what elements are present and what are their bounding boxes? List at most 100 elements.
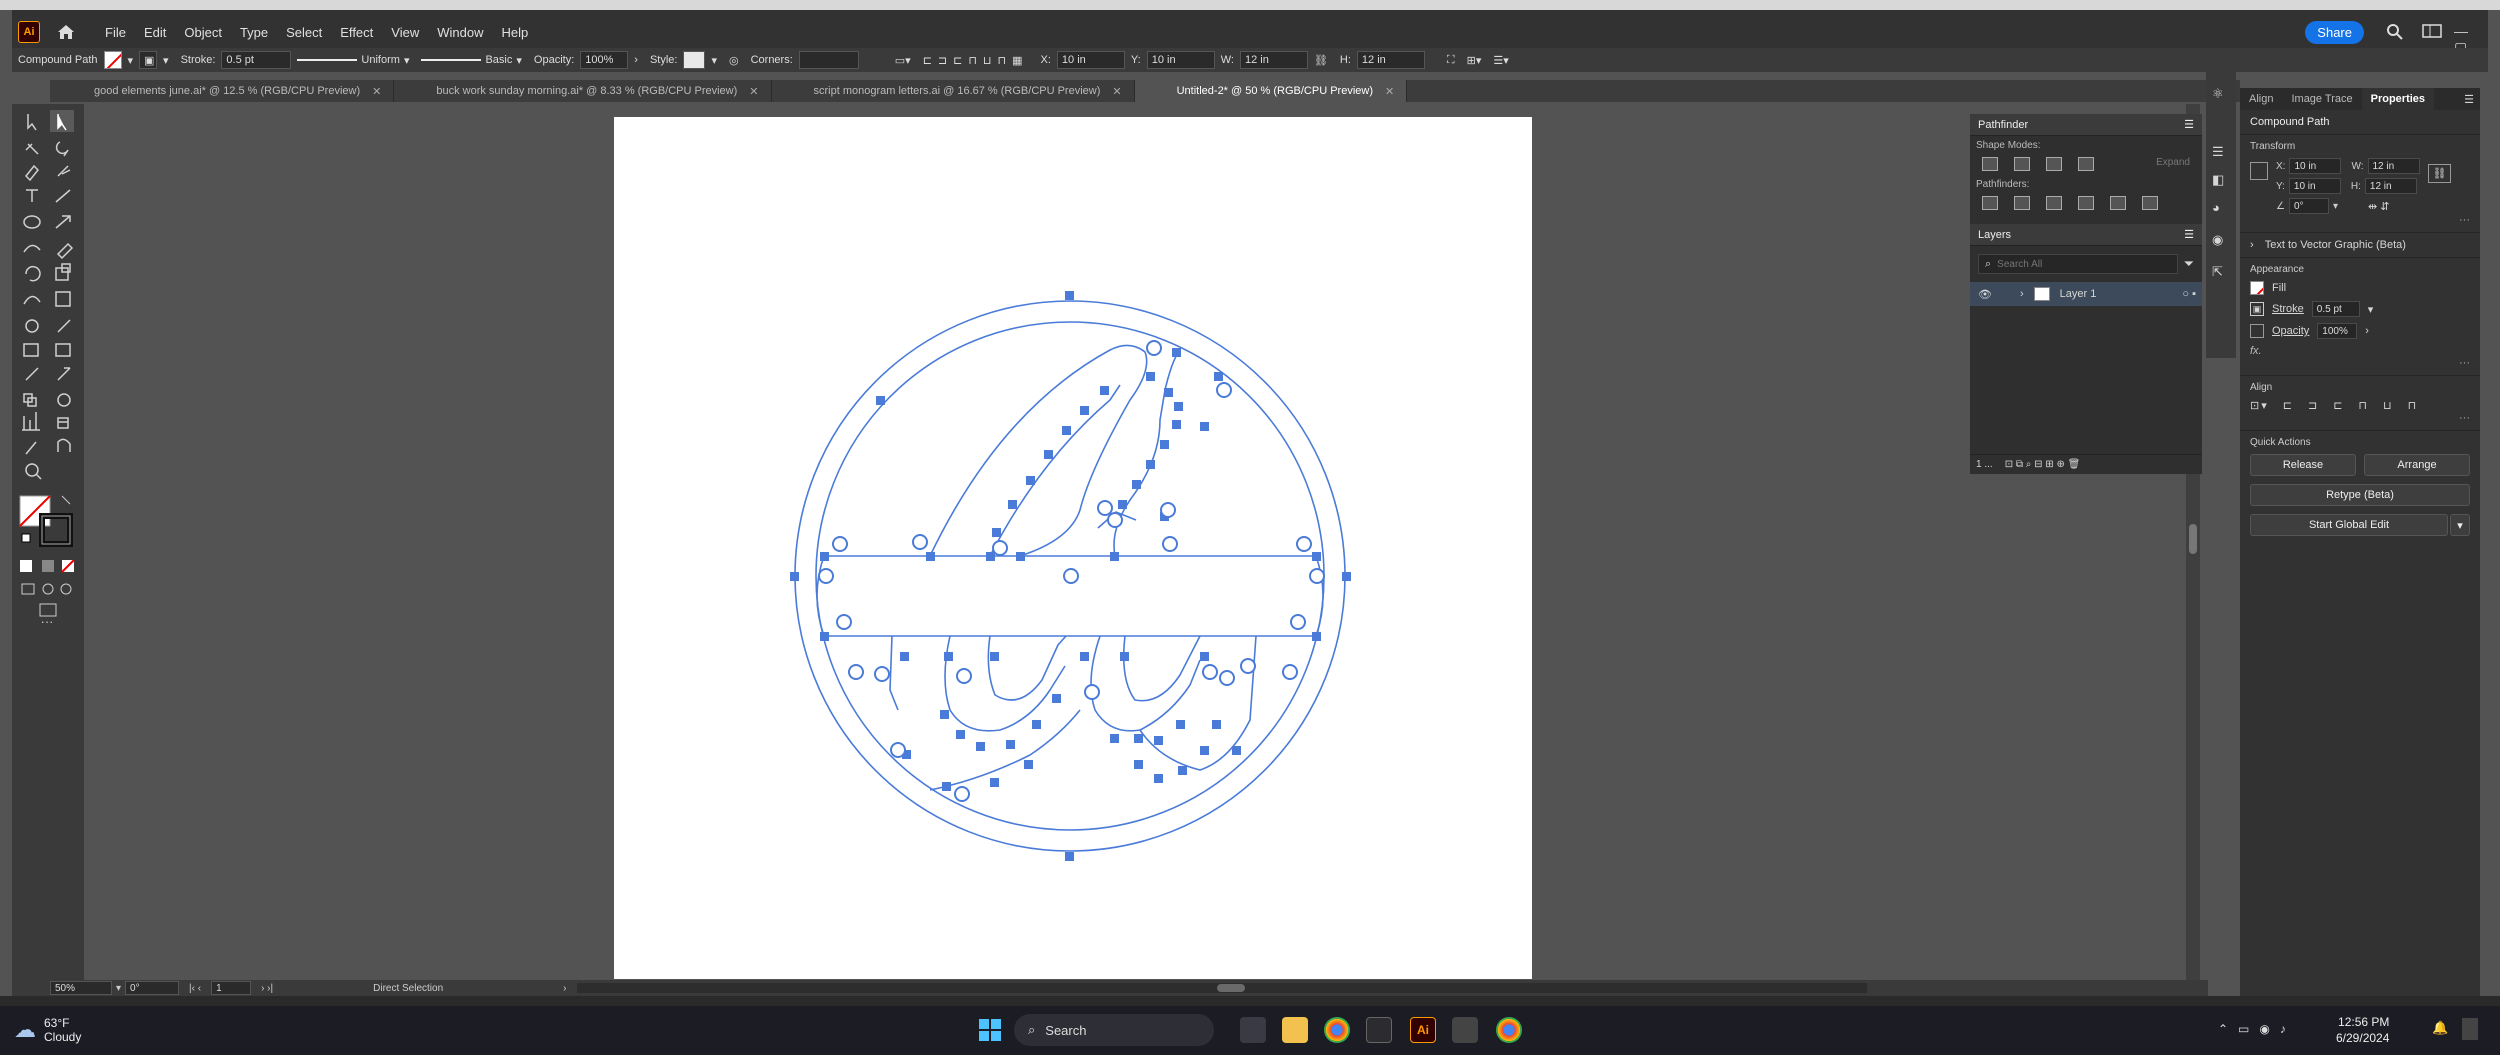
global-edit-button[interactable]: Start Global Edit	[2250, 514, 2448, 536]
align-vcenter-icon[interactable]: ⊔	[2383, 399, 2394, 412]
menu-effect[interactable]: Effect	[331, 25, 382, 40]
close-icon[interactable]: ✕	[1385, 85, 1394, 98]
divide-icon[interactable]	[1982, 196, 1998, 210]
system-tray-icons[interactable]: ⌃▭◉♪	[2218, 1022, 2296, 1036]
opacity-label[interactable]: Opacity:	[528, 54, 580, 66]
x-input[interactable]: 10 in	[2289, 158, 2342, 174]
scrollbar-thumb[interactable]	[2189, 524, 2197, 554]
expand-button[interactable]: Expand	[2156, 157, 2190, 171]
menu-help[interactable]: Help	[492, 25, 537, 40]
arrange-icon[interactable]: ⊞▾	[1461, 54, 1488, 67]
menu-object[interactable]: Object	[175, 25, 231, 40]
w-input[interactable]: 12 in	[1239, 51, 1308, 69]
profile-dropdown[interactable]: Uniform ▾	[291, 54, 415, 67]
fill-swatch[interactable]	[103, 51, 122, 69]
unite-icon[interactable]	[1982, 157, 1998, 171]
align-top-icon[interactable]: ⊓	[2358, 399, 2369, 412]
h-input[interactable]: 12 in	[1356, 51, 1425, 69]
release-button[interactable]: Release	[2250, 454, 2356, 476]
layers-title[interactable]: Layers	[1978, 229, 2011, 241]
learn-icon[interactable]: ⚛	[2212, 86, 2230, 101]
reference-point-icon[interactable]	[2250, 162, 2268, 180]
layers-actions-icon[interactable]: ⊡ ⧉ ⌕ ⊟ ⊞ ⊕ 🗑	[2005, 459, 2081, 470]
selection-tool[interactable]	[24, 108, 46, 130]
chevron-down-icon[interactable]: ▾	[157, 54, 175, 67]
share-button[interactable]: Share	[2305, 21, 2364, 44]
fx-button[interactable]: fx.	[2250, 345, 2470, 357]
menu-more-icon[interactable]: ☰▾	[1487, 54, 1514, 67]
tab-align[interactable]: Align	[2240, 88, 2282, 110]
illustrator-taskbar-icon[interactable]: Ai	[1410, 1017, 1436, 1043]
text-to-vector-label[interactable]: Text to Vector Graphic (Beta)	[2265, 239, 2406, 251]
rotation-dropdown[interactable]: 0°	[125, 981, 180, 995]
appearance-icon[interactable]: ◉	[2212, 232, 2223, 248]
calculator-icon[interactable]	[1366, 1017, 1392, 1043]
minus-back-icon[interactable]	[2142, 196, 2158, 210]
scrollbar-thumb[interactable]	[1216, 984, 1245, 992]
export-icon[interactable]: ⇱	[2212, 264, 2223, 280]
panel-menu-icon[interactable]: ☰	[2184, 228, 2194, 241]
transform-icon[interactable]: ⛶	[1441, 54, 1461, 67]
more-options-icon[interactable]: ···	[2250, 357, 2470, 369]
merge-icon[interactable]	[2046, 196, 2062, 210]
align-hcenter-icon[interactable]: ⊐	[2308, 399, 2319, 412]
minus-front-icon[interactable]	[2014, 157, 2030, 171]
opacity-input[interactable]: 100%	[2317, 323, 2358, 339]
recolor-icon[interactable]: ◎	[723, 54, 745, 67]
corners-input[interactable]	[798, 51, 859, 69]
taskbar-search[interactable]: ⌕ Search	[1014, 1014, 1214, 1046]
libraries-icon[interactable]: ☰	[2212, 144, 2224, 160]
h-input[interactable]: 12 in	[2364, 178, 2417, 194]
align-bottom-icon[interactable]: ⊓	[2408, 399, 2419, 412]
trim-icon[interactable]	[2014, 196, 2030, 210]
tab-properties[interactable]: Properties	[2361, 88, 2435, 110]
horizontal-scrollbar[interactable]	[576, 983, 1867, 993]
tab-buck-work[interactable]: buck work sunday morning.ai* @ 8.33 % (R…	[394, 80, 772, 102]
stroke-weight-input[interactable]: 0.5 pt	[2311, 301, 2360, 317]
chevron-down-icon[interactable]: ▾	[116, 983, 121, 994]
chevron-down-icon[interactable]: ▾	[122, 54, 140, 67]
x-input[interactable]: 10 in	[1056, 51, 1125, 69]
align-right-icon[interactable]: ⊏	[2333, 399, 2344, 412]
layers-panel-icon[interactable]: ◧	[2212, 172, 2224, 188]
notification-icon[interactable]: 🔔	[2432, 1020, 2448, 1036]
retype-button[interactable]: Retype (Beta)	[2250, 484, 2470, 506]
chevron-right-icon[interactable]: ›	[628, 54, 644, 66]
chevron-right-icon[interactable]: ›	[2020, 288, 2024, 300]
tab-good-elements[interactable]: good elements june.ai* @ 12.5 % (RGB/CPU…	[50, 80, 395, 102]
y-input[interactable]: 10 in	[1146, 51, 1215, 69]
clock[interactable]: 12:56 PM 6/29/2024	[2336, 1014, 2389, 1046]
layers-search[interactable]: ⌕	[1978, 254, 2178, 274]
artboard-nav-first-icon[interactable]: |‹ ‹	[189, 983, 201, 994]
close-icon[interactable]: ✕	[372, 85, 381, 98]
menu-select[interactable]: Select	[277, 25, 331, 40]
stroke-weight-input[interactable]: 0.5 pt	[221, 51, 292, 69]
style-swatch[interactable]	[683, 51, 706, 69]
crop-icon[interactable]	[2078, 196, 2094, 210]
tab-image-trace[interactable]: Image Trace	[2282, 88, 2361, 110]
weather-widget[interactable]: ☁ 63°F Cloudy	[14, 1016, 81, 1044]
opacity-input[interactable]: 100%	[580, 51, 629, 69]
search-icon[interactable]	[2386, 23, 2406, 41]
angle-input[interactable]: 0°	[2288, 198, 2329, 214]
layer-row[interactable]: 👁 › Layer 1 ○ ▪	[1970, 282, 2202, 306]
menu-file[interactable]: File	[96, 25, 135, 40]
tab-script-monogram[interactable]: script monogram letters.ai @ 16.67 % (RG…	[772, 80, 1135, 102]
menu-view[interactable]: View	[382, 25, 428, 40]
outline-icon[interactable]	[2110, 196, 2126, 210]
stroke-label[interactable]: Stroke	[2272, 303, 2304, 315]
window-controls-icon[interactable]: — ▢ ✕	[2454, 23, 2474, 72]
target-icon[interactable]: ○ ▪	[2182, 288, 2196, 300]
link-icon[interactable]: ⛓	[1308, 54, 1334, 67]
panel-menu-icon[interactable]: ☰	[2458, 88, 2480, 110]
color-icon[interactable]: ◕	[2212, 200, 2220, 215]
y-input[interactable]: 10 in	[2288, 178, 2341, 194]
more-options-icon[interactable]: ···	[2250, 214, 2470, 226]
eye-icon[interactable]: 👁	[1978, 288, 1992, 301]
close-icon[interactable]: ✕	[1112, 85, 1121, 98]
fill-none-swatch[interactable]	[2250, 281, 2264, 295]
align-left-icon[interactable]: ⊏	[2283, 399, 2294, 412]
direct-selection-tool[interactable]	[52, 108, 74, 130]
chrome-icon[interactable]	[1324, 1017, 1350, 1043]
color-swatch-icon[interactable]	[2462, 1018, 2478, 1040]
